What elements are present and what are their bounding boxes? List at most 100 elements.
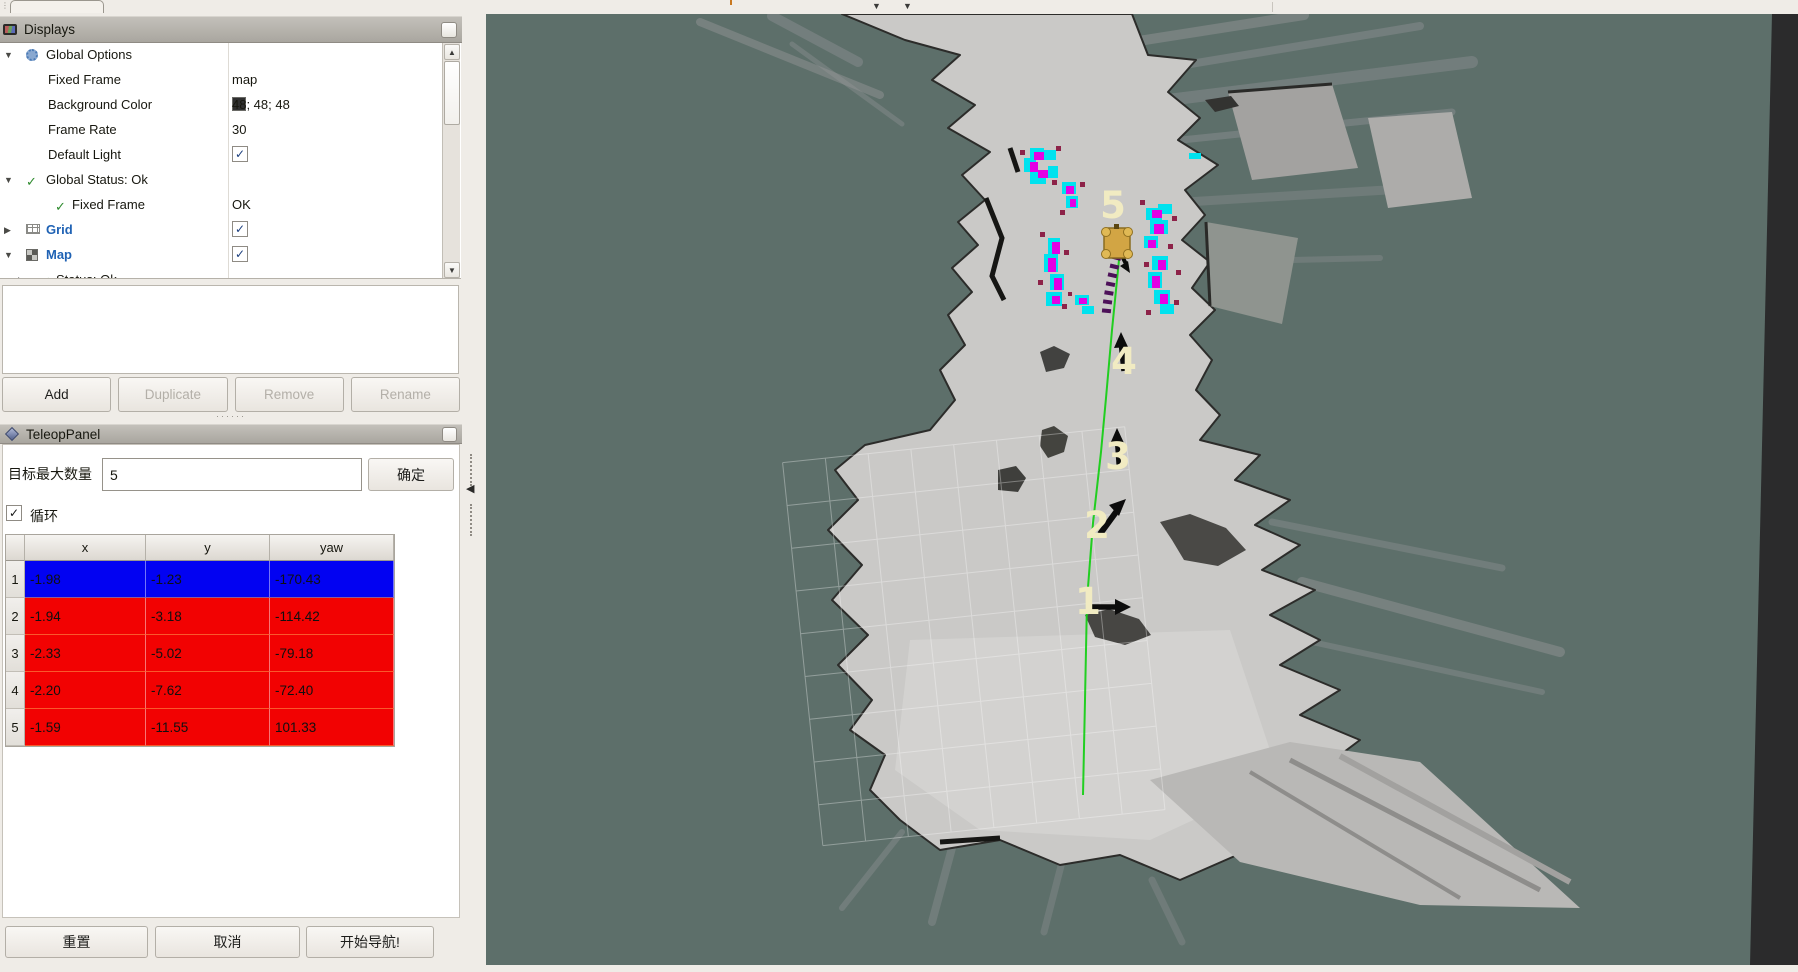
toolbar-dropdown-icon[interactable]: ▼ xyxy=(872,1,881,11)
tree-row-default-light[interactable]: Default Light ✓ xyxy=(0,143,442,168)
gutter-dots xyxy=(470,504,472,536)
waypoint-table: x y yaw 1 -1.98 -1.23 -170.43 2 -1.94 -3… xyxy=(5,534,395,747)
cell-y[interactable]: -3.18 xyxy=(146,598,270,635)
duplicate-button[interactable]: Duplicate xyxy=(118,377,227,412)
grid-display-icon xyxy=(26,224,40,234)
cell-yaw[interactable]: -79.18 xyxy=(270,635,394,672)
toolbar-separator xyxy=(1272,2,1273,12)
column-header-y[interactable]: y xyxy=(146,535,270,561)
panel-splitter-handle[interactable]: ······ xyxy=(0,411,462,421)
tree-value: OK xyxy=(232,197,251,212)
tree-label: Grid xyxy=(46,222,73,237)
tree-row-background-color[interactable]: Background Color 48; 48; 48 xyxy=(0,93,442,118)
tree-row-frame-rate[interactable]: Frame Rate 30 xyxy=(0,118,442,143)
status-ok-icon: ✓ xyxy=(40,274,51,279)
row-header[interactable]: 2 xyxy=(6,598,25,635)
tree-row-fixed-frame-status[interactable]: ✓ Fixed Frame OK xyxy=(0,193,442,218)
row-header[interactable]: 5 xyxy=(6,709,25,746)
map-checkbox[interactable]: ✓ xyxy=(232,246,248,262)
cell-y[interactable]: -11.55 xyxy=(146,709,270,746)
tree-row-grid[interactable]: ▶ Grid ✓ xyxy=(0,218,442,243)
expander-icon[interactable]: ▶ xyxy=(4,225,11,236)
expander-icon[interactable]: ▶ xyxy=(18,275,25,279)
cancel-button[interactable]: 取消 xyxy=(155,926,300,958)
displays-float-button[interactable] xyxy=(441,22,457,38)
cell-yaw[interactable]: 101.33 xyxy=(270,709,394,746)
tree-value[interactable]: map xyxy=(232,72,257,87)
cell-y[interactable]: -7.62 xyxy=(146,672,270,709)
tree-row-global-options[interactable]: ▼ Global Options xyxy=(0,43,442,68)
rviz-window: ⋮⋮ ▼ ▼ Displays ▼ Global Options Fixed F… xyxy=(0,0,1798,972)
map-display-icon xyxy=(26,249,38,261)
column-header-yaw[interactable]: yaw xyxy=(270,535,394,561)
grid-checkbox[interactable]: ✓ xyxy=(232,221,248,237)
row-header[interactable]: 4 xyxy=(6,672,25,709)
scrollbar-thumb[interactable] xyxy=(444,61,460,125)
displays-panel-titlebar[interactable]: Displays xyxy=(0,16,462,43)
cell-x[interactable]: -1.94 xyxy=(25,598,146,635)
scroll-down-icon[interactable]: ▼ xyxy=(444,262,460,278)
loop-label: 循环 xyxy=(30,506,58,526)
cell-yaw[interactable]: -114.42 xyxy=(270,598,394,635)
teleop-float-button[interactable] xyxy=(442,427,457,442)
expander-icon[interactable]: ▼ xyxy=(4,175,13,185)
tree-value[interactable]: 30 xyxy=(232,122,246,137)
remove-button[interactable]: Remove xyxy=(235,377,344,412)
cell-y[interactable]: -5.02 xyxy=(146,635,270,672)
confirm-button[interactable]: 确定 xyxy=(368,458,454,491)
gear-icon xyxy=(26,49,38,61)
loop-checkbox[interactable]: ✓ xyxy=(6,505,22,521)
toolbar-marker xyxy=(730,0,732,5)
teleop-panel-title: TeleopPanel xyxy=(26,427,100,442)
teleop-panel-icon xyxy=(5,427,19,441)
tree-label: Global Options xyxy=(46,47,132,62)
cell-x[interactable]: -2.20 xyxy=(25,672,146,709)
tree-label: Map xyxy=(46,247,72,262)
waypoint-label-2: 2 xyxy=(1084,504,1110,547)
add-button[interactable]: Add xyxy=(2,377,111,412)
toolbar-dropdown-icon[interactable]: ▼ xyxy=(903,1,912,11)
cell-x[interactable]: -1.59 xyxy=(25,709,146,746)
rename-button[interactable]: Rename xyxy=(351,377,460,412)
tree-label: Frame Rate xyxy=(48,122,117,137)
robot-marker xyxy=(1102,224,1133,259)
displays-tree: ▼ Global Options Fixed Frame map Backgro… xyxy=(0,43,461,279)
teleop-panel-titlebar[interactable]: TeleopPanel xyxy=(0,424,462,444)
displays-button-row: Add Duplicate Remove Rename xyxy=(2,377,460,412)
waypoint-label-4: 4 xyxy=(1111,340,1137,383)
tree-label: Background Color xyxy=(48,97,152,112)
tree-row-map[interactable]: ▼ Map ✓ xyxy=(0,243,442,268)
waypoint-label-3: 3 xyxy=(1105,435,1131,478)
cell-yaw[interactable]: -170.43 xyxy=(270,561,394,598)
panel-collapse-handle[interactable]: ◀ xyxy=(466,482,474,495)
column-header-x[interactable]: x xyxy=(25,535,146,561)
tree-row-fixed-frame[interactable]: Fixed Frame map xyxy=(0,68,442,93)
tree-row-map-status[interactable]: ▶ ✓ Status: Ok xyxy=(0,268,442,279)
tree-row-global-status[interactable]: ▼ ✓ Global Status: Ok xyxy=(0,168,442,193)
status-ok-icon: ✓ xyxy=(55,199,66,215)
row-header[interactable]: 1 xyxy=(6,561,25,598)
cell-yaw[interactable]: -72.40 xyxy=(270,672,394,709)
tree-scrollbar[interactable]: ▲ ▼ xyxy=(442,43,460,279)
tree-label: Fixed Frame xyxy=(48,72,121,87)
map-viewport[interactable]: 5 4 3 2 1 xyxy=(486,14,1798,965)
cell-x[interactable]: -2.33 xyxy=(25,635,146,672)
displays-panel-title: Displays xyxy=(24,22,75,37)
start-nav-button[interactable]: 开始导航! xyxy=(306,926,434,958)
row-header[interactable]: 3 xyxy=(6,635,25,672)
goal-count-input[interactable] xyxy=(102,458,362,491)
expander-icon[interactable]: ▼ xyxy=(4,250,13,260)
tree-label: Status: Ok xyxy=(56,272,117,279)
scroll-up-icon[interactable]: ▲ xyxy=(444,44,460,60)
table-corner xyxy=(6,535,25,561)
tree-label: Global Status: Ok xyxy=(46,172,148,187)
cell-y[interactable]: -1.23 xyxy=(146,561,270,598)
reset-button[interactable]: 重置 xyxy=(5,926,148,958)
tree-label: Fixed Frame xyxy=(72,197,145,212)
goal-count-label: 目标最大数量 xyxy=(8,464,92,484)
expander-icon[interactable]: ▼ xyxy=(4,50,13,60)
toolbar-tool-button[interactable] xyxy=(10,0,104,13)
default-light-checkbox[interactable]: ✓ xyxy=(232,146,248,162)
cell-x[interactable]: -1.98 xyxy=(25,561,146,598)
status-ok-icon: ✓ xyxy=(26,174,37,190)
